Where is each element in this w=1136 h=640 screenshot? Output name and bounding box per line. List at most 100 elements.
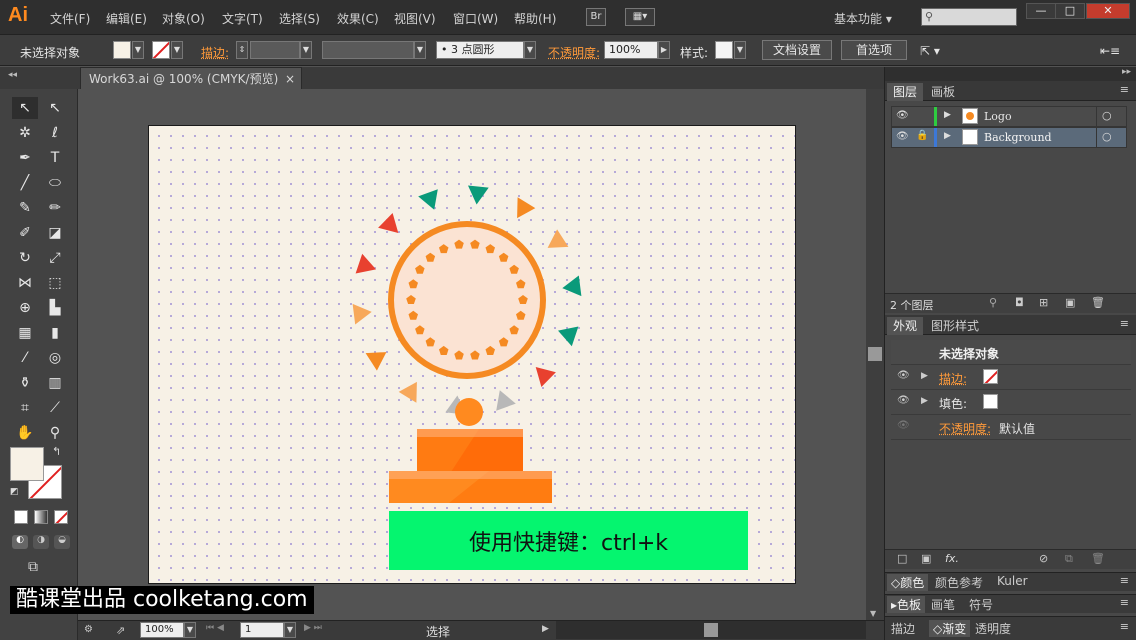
perspective-grid-tool-icon[interactable]: ▙ — [42, 297, 68, 319]
stroke-panel-link[interactable]: 描边: — [201, 44, 229, 61]
width-tool-icon[interactable]: ⋈ — [12, 272, 38, 294]
fill-swatch[interactable] — [983, 394, 998, 409]
horizontal-scrollbar[interactable] — [556, 621, 866, 639]
eyedropper-tool-icon[interactable]: ⁄ — [12, 347, 38, 369]
eraser-tool-icon[interactable]: ◪ — [42, 222, 68, 244]
tab-gradient[interactable]: ◇渐变 — [929, 620, 970, 637]
close-tab-icon[interactable]: × — [285, 68, 295, 90]
blend-tool-icon[interactable]: ◎ — [42, 347, 68, 369]
isolate-icon[interactable]: ⇱ ▾ — [920, 44, 940, 58]
status-menu-icon[interactable]: ▶ — [542, 624, 549, 634]
artboard-number-input[interactable]: 1 — [240, 622, 284, 638]
visibility-eye-icon[interactable]: 👁 — [897, 395, 910, 406]
add-fill-icon[interactable]: ▣ — [921, 552, 931, 565]
draw-normal-icon[interactable]: ◐ — [12, 535, 28, 549]
menu-view[interactable]: 视图(V) — [394, 10, 436, 27]
brush-definition[interactable]: • 3 点圆形 — [436, 41, 524, 59]
tab-transparency[interactable]: 透明度 — [975, 620, 1011, 637]
clear-appearance-icon[interactable]: ⊘ — [1039, 552, 1048, 565]
lock-icon[interactable]: 🔒 — [916, 130, 928, 141]
mesh-tool-icon[interactable]: ▦ — [12, 322, 38, 344]
duplicate-item-icon[interactable]: ⧉ — [1065, 552, 1073, 566]
appearance-opacity-row[interactable]: 👁 不透明度: 默认值 — [891, 415, 1131, 440]
document-tab[interactable]: Work63.ai @ 100% (CMYK/预览) × — [80, 67, 302, 89]
pencil-tool-icon[interactable]: ✏ — [42, 197, 68, 219]
variable-width-profile[interactable] — [322, 41, 414, 59]
scroll-down-icon[interactable]: ▼ — [870, 609, 876, 618]
default-colors-icon[interactable]: ◩ — [10, 487, 19, 497]
slice-tool-icon[interactable]: ⟋ — [42, 397, 68, 419]
tab-graphic-styles[interactable]: 图形样式 — [925, 317, 985, 335]
menu-window[interactable]: 窗口(W) — [453, 10, 498, 27]
first-artboard-icon[interactable]: ⏮ ◀ — [206, 623, 224, 633]
draw-behind-icon[interactable]: ◑ — [33, 535, 49, 549]
menu-help[interactable]: 帮助(H) — [514, 10, 556, 27]
free-transform-tool-icon[interactable]: ⬚ — [42, 272, 68, 294]
tab-symbols[interactable]: 符号 — [969, 596, 993, 613]
paintbrush-tool-icon[interactable]: ✎ — [12, 197, 38, 219]
none-mode-icon[interactable] — [54, 510, 68, 524]
shape-builder-tool-icon[interactable]: ⊕ — [12, 297, 38, 319]
tab-artboards[interactable]: 画板 — [925, 83, 961, 101]
artboard[interactable]: 使用快捷键：ctrl+k — [148, 125, 796, 584]
stroke-swatch[interactable] — [983, 369, 998, 384]
expand-triangle-icon[interactable]: ▶ — [921, 371, 928, 381]
stroke-swatch[interactable] — [152, 41, 170, 59]
close-icon[interactable]: ✕ — [1086, 3, 1130, 19]
type-tool-icon[interactable]: T — [42, 147, 68, 169]
direct-selection-tool-icon[interactable]: ↖ — [42, 97, 68, 119]
layer-row-background[interactable]: 👁 🔒 ▶ Background ○ — [891, 127, 1127, 148]
opacity-panel-link[interactable]: 不透明度: — [548, 44, 600, 61]
fill-dropdown[interactable]: ▼ — [132, 41, 144, 59]
make-clipping-mask-icon[interactable]: ◘ — [1015, 296, 1024, 309]
brush-dropdown[interactable]: ▼ — [524, 41, 536, 59]
stroke-weight-stepper[interactable]: ⇕ — [236, 41, 248, 59]
swatches-menu-icon[interactable]: ≡ — [1120, 596, 1129, 609]
add-stroke-icon[interactable]: □ — [897, 552, 907, 565]
layer-row-logo[interactable]: 👁 ▶ Logo ○ — [891, 106, 1127, 127]
screen-mode-icon[interactable]: ⧉ — [28, 559, 38, 575]
zoom-input[interactable]: 100% — [140, 622, 184, 638]
magic-wand-tool-icon[interactable]: ✲ — [12, 122, 38, 144]
tab-appearance[interactable]: 外观 — [887, 317, 923, 335]
expand-triangle-icon[interactable]: ▶ — [944, 131, 951, 141]
tab-color-guide[interactable]: 颜色参考 — [935, 574, 983, 591]
opacity-dropdown[interactable]: ▶ — [658, 41, 670, 59]
menu-select[interactable]: 选择(S) — [279, 10, 320, 27]
symbol-sprayer-tool-icon[interactable]: ⚱ — [12, 372, 38, 394]
target-circle-icon[interactable]: ○ — [1102, 130, 1112, 143]
draw-inside-icon[interactable]: ◒ — [54, 535, 70, 549]
visibility-eye-icon[interactable]: 👁 — [897, 420, 910, 431]
gradient-mode-icon[interactable] — [34, 510, 48, 524]
layers-menu-icon[interactable]: ≡ — [1120, 83, 1129, 96]
appearance-stroke-row[interactable]: 👁 ▶ 描边: — [891, 365, 1131, 390]
color-menu-icon[interactable]: ≡ — [1120, 574, 1129, 587]
opacity-label[interactable]: 不透明度: — [939, 420, 991, 437]
stroke-weight-field[interactable] — [250, 41, 300, 59]
collapse-panels-icon[interactable]: ▸▸ — [885, 67, 1136, 81]
collapse-toolbox-icon[interactable]: ◂◂ — [8, 70, 17, 80]
maximize-icon[interactable]: □ — [1055, 3, 1085, 19]
tab-stroke[interactable]: 描边 — [891, 620, 915, 637]
visibility-eye-icon[interactable]: 👁 — [896, 131, 909, 142]
blob-brush-tool-icon[interactable]: ✐ — [12, 222, 38, 244]
menu-object[interactable]: 对象(O) — [162, 10, 205, 27]
stroke-dropdown[interactable]: ▼ — [171, 41, 183, 59]
artboard-dropdown[interactable]: ▼ — [284, 622, 296, 638]
expand-triangle-icon[interactable]: ▶ — [921, 396, 928, 406]
appearance-fill-row[interactable]: 👁 ▶ 填色: — [891, 390, 1131, 415]
zoom-tool-icon[interactable]: ⚲ — [42, 422, 68, 444]
visibility-eye-icon[interactable]: 👁 — [896, 110, 909, 121]
tab-kuler[interactable]: Kuler — [997, 574, 1028, 588]
delete-layer-icon[interactable]: 🗑 — [1091, 296, 1105, 309]
workspace-switcher[interactable]: 基本功能 ▾ — [834, 10, 892, 27]
gpu-icon[interactable]: ⚙ — [84, 624, 93, 635]
swap-colors-icon[interactable]: ↰ — [52, 445, 61, 458]
minimize-icon[interactable]: — — [1026, 3, 1056, 19]
menu-edit[interactable]: 编辑(E) — [106, 10, 147, 27]
menu-type[interactable]: 文字(T) — [222, 10, 263, 27]
opacity-input[interactable]: 100% — [604, 41, 658, 59]
scale-tool-icon[interactable]: ⤢ — [42, 247, 68, 269]
vertical-scroll-thumb[interactable] — [868, 347, 882, 361]
stroke-weight-dropdown[interactable]: ▼ — [300, 41, 312, 59]
